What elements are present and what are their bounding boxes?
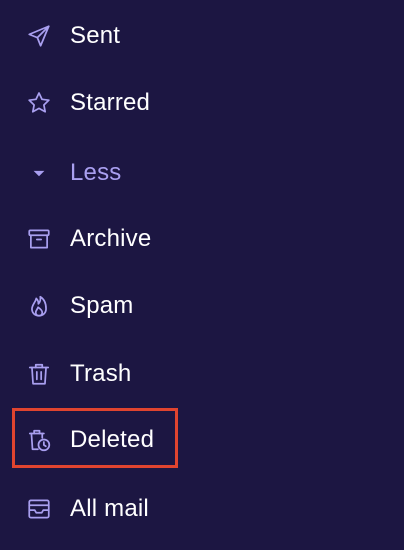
caret-down-icon [24,158,54,188]
folder-label-starred: Starred [70,89,151,116]
folder-label-trash: Trash [70,360,132,387]
folder-label-all-mail: All mail [70,495,149,522]
folder-label-deleted: Deleted [70,426,155,453]
archive-icon [24,224,54,254]
folder-label-archive: Archive [70,225,152,252]
folder-all-mail[interactable]: All mail [24,487,324,531]
deleted-clock-icon [24,425,54,455]
folder-deleted[interactable]: Deleted [24,418,324,462]
send-icon [24,21,54,51]
star-icon [24,88,54,118]
toggle-less[interactable]: Less [24,151,324,195]
folder-spam[interactable]: Spam [24,284,324,328]
trash-icon [24,359,54,389]
folder-archive[interactable]: Archive [24,217,324,261]
fire-icon [24,291,54,321]
folder-sent[interactable]: Sent [24,14,324,58]
folder-label-spam: Spam [70,292,134,319]
inbox-stack-icon [24,494,54,524]
folder-label-sent: Sent [70,22,121,49]
mail-folder-nav: Sent Starred Less Archive Spam Trash Del… [0,0,404,550]
folder-trash[interactable]: Trash [24,352,324,396]
folder-label-less: Less [70,159,122,186]
folder-starred[interactable]: Starred [24,81,324,125]
